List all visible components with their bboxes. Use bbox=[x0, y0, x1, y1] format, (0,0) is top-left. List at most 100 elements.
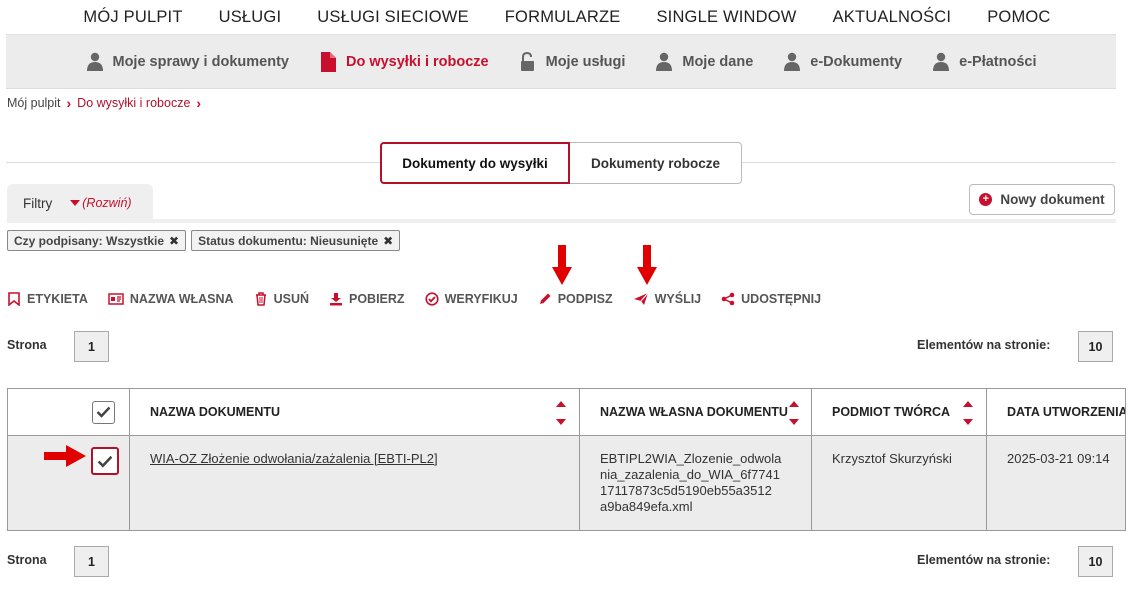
table-header-row: NAZWA DOKUMENTU NAZWA WŁASNA DOKUMENTU P… bbox=[7, 388, 1126, 436]
nav-aktualnosci[interactable]: AKTUALNOŚCI bbox=[815, 8, 970, 27]
header-label: PODMIOT TWÓRCA bbox=[832, 405, 951, 419]
subnav-label: Moje sprawy i dokumenty bbox=[112, 53, 289, 70]
nav-pomoc[interactable]: POMOC bbox=[969, 8, 1068, 27]
unlock-icon bbox=[520, 51, 534, 71]
subnav-e-platnosci[interactable]: e-Płatności bbox=[917, 52, 1051, 72]
cell-data-utworzenia: 2025-03-21 09:14 bbox=[986, 435, 1126, 531]
subnav-moje-sprawy[interactable]: Moje sprawy i dokumenty bbox=[71, 52, 304, 72]
annotation-arrow-down-icon bbox=[637, 245, 657, 285]
row-checkbox[interactable] bbox=[91, 447, 119, 475]
cell-nazwa-wlasna: EBTIPL2WIA_Zlozenie_odwola nia_zazalenia… bbox=[579, 435, 812, 531]
document-creator: Krzysztof Skurzyński bbox=[832, 451, 952, 466]
nav-moj-pulpit[interactable]: MÓJ PULPIT bbox=[65, 8, 200, 27]
pencil-icon bbox=[539, 293, 551, 304]
document-link[interactable]: WIA-OZ Złożenie odwołania/zażalenia [EBT… bbox=[150, 451, 438, 466]
user-icon bbox=[784, 52, 801, 71]
filters-expand-toggle[interactable]: (Rozwiń) bbox=[70, 196, 132, 210]
download-icon bbox=[330, 293, 342, 306]
select-all-checkbox[interactable] bbox=[92, 400, 115, 424]
breadcrumb-current[interactable]: Do wysyłki i robocze bbox=[77, 96, 190, 110]
checkmark-icon bbox=[97, 455, 113, 468]
new-document-label: Nowy dokument bbox=[1000, 192, 1105, 207]
action-weryfikuj[interactable]: WERYFIKUJ bbox=[424, 292, 518, 306]
id-card-icon bbox=[108, 293, 124, 305]
tab-dokumenty-robocze[interactable]: Dokumenty robocze bbox=[570, 142, 742, 184]
sort-icon[interactable] bbox=[555, 400, 567, 426]
page-number-input[interactable]: 1 bbox=[74, 331, 109, 362]
user-icon bbox=[656, 52, 673, 71]
action-podpisz[interactable]: PODPISZ bbox=[538, 292, 613, 306]
filter-chip-signed: Czy podpisany: Wszystkie ✖ bbox=[7, 230, 187, 251]
action-usun[interactable]: USUŃ bbox=[254, 292, 309, 306]
subnav-moje-dane[interactable]: Moje dane bbox=[640, 52, 768, 72]
check-circle-icon bbox=[424, 292, 439, 306]
chevron-right-icon: › bbox=[66, 95, 72, 111]
action-label: ETYKIETA bbox=[27, 292, 88, 306]
document-own-name: EBTIPL2WIA_Zlozenie_odwola nia_zazalenia… bbox=[600, 451, 782, 514]
actions-toolbar: ETYKIETA NAZWA WŁASNA USUŃ POBIERZ WERYF… bbox=[7, 288, 841, 310]
document-icon bbox=[320, 51, 336, 72]
annotation-arrow-right-icon bbox=[44, 445, 86, 467]
bookmark-icon bbox=[8, 292, 20, 306]
action-udostepnij[interactable]: UDOSTĘPNIJ bbox=[721, 292, 821, 306]
user-icon bbox=[933, 52, 950, 71]
sub-navigation: Moje sprawy i dokumenty Do wysyłki i rob… bbox=[6, 34, 1116, 89]
subnav-do-wysylki[interactable]: Do wysyłki i robocze bbox=[304, 51, 504, 72]
tab-dokumenty-do-wysylki[interactable]: Dokumenty do wysyłki bbox=[380, 142, 570, 184]
trash-icon bbox=[255, 292, 266, 306]
share-icon bbox=[721, 292, 735, 306]
filters-toggle-label: (Rozwiń) bbox=[82, 196, 132, 210]
nav-single-window[interactable]: SINGLE WINDOW bbox=[638, 8, 814, 27]
annotation-arrow-down-icon bbox=[552, 245, 572, 285]
document-tabs: Dokumenty do wysyłki Dokumenty robocze bbox=[380, 142, 742, 184]
close-icon[interactable]: ✖ bbox=[169, 234, 179, 248]
page-label: Strona bbox=[7, 553, 47, 567]
close-icon[interactable]: ✖ bbox=[383, 234, 393, 248]
header-data-utworzenia[interactable]: DATA UTWORZENIA bbox=[986, 388, 1126, 436]
chip-label: Status dokumentu: Nieusunięte bbox=[198, 233, 379, 248]
header-label: NAZWA WŁASNA DOKUMENTU bbox=[600, 405, 788, 419]
subnav-label: e-Płatności bbox=[959, 53, 1037, 70]
subnav-label: Do wysyłki i robocze bbox=[345, 53, 489, 70]
chevron-right-icon: › bbox=[196, 95, 202, 111]
table-row[interactable]: WIA-OZ Złożenie odwołania/zażalenia [EBT… bbox=[7, 435, 1126, 531]
action-label: USUŃ bbox=[273, 292, 309, 306]
nav-formularze[interactable]: FORMULARZE bbox=[487, 8, 639, 27]
header-nazwa-wlasna[interactable]: NAZWA WŁASNA DOKUMENTU bbox=[579, 388, 812, 436]
new-document-button[interactable]: + Nowy dokument bbox=[969, 184, 1115, 215]
filters-tab: Filtry (Rozwiń) bbox=[7, 184, 153, 222]
subnav-moje-uslugi[interactable]: Moje usługi bbox=[504, 51, 641, 72]
header-nazwa-dokumentu[interactable]: NAZWA DOKUMENTU bbox=[129, 388, 580, 436]
header-podmiot-tworca[interactable]: PODMIOT TWÓRCA bbox=[811, 388, 987, 436]
chip-label: Czy podpisany: Wszystkie bbox=[14, 233, 165, 248]
top-navigation: MÓJ PULPIT USŁUGI USŁUGI SIECIOWE FORMUL… bbox=[0, 0, 1134, 34]
documents-table: NAZWA DOKUMENTU NAZWA WŁASNA DOKUMENTU P… bbox=[7, 388, 1126, 531]
action-label: PODPISZ bbox=[557, 292, 613, 306]
breadcrumb-home[interactable]: Mój pulpit bbox=[7, 96, 61, 110]
action-pobierz[interactable]: POBIERZ bbox=[329, 292, 405, 306]
nav-uslugi-sieciowe[interactable]: USŁUGI SIECIOWE bbox=[299, 8, 487, 27]
action-label: WERYFIKUJ bbox=[444, 292, 518, 306]
subnav-label: Moje usługi bbox=[545, 53, 626, 70]
per-page-select[interactable]: 10 bbox=[1078, 546, 1113, 577]
subnav-e-dokumenty[interactable]: e-Dokumenty bbox=[768, 52, 917, 72]
sort-icon[interactable] bbox=[962, 400, 974, 426]
per-page-label: Elementów na stronie: bbox=[917, 338, 1051, 352]
nav-uslugi[interactable]: USŁUGI bbox=[201, 8, 300, 27]
action-wyslij[interactable]: WYŚLIJ bbox=[633, 292, 702, 306]
plus-circle-icon: + bbox=[979, 193, 993, 206]
header-label: DATA UTWORZENIA bbox=[1007, 405, 1126, 419]
subnav-label: e-Dokumenty bbox=[810, 53, 903, 70]
action-etykieta[interactable]: ETYKIETA bbox=[7, 292, 88, 306]
subnav-label: Moje dane bbox=[682, 53, 754, 70]
caret-down-icon bbox=[70, 200, 81, 206]
checkmark-icon bbox=[96, 406, 111, 418]
action-nazwa-wlasna[interactable]: NAZWA WŁASNA bbox=[108, 292, 234, 306]
action-label: NAZWA WŁASNA bbox=[129, 292, 234, 306]
cell-nazwa-dokumentu: WIA-OZ Złożenie odwołania/zażalenia [EBT… bbox=[129, 435, 580, 531]
per-page-select[interactable]: 10 bbox=[1078, 331, 1113, 362]
per-page-label: Elementów na stronie: bbox=[917, 553, 1051, 567]
page-number-input[interactable]: 1 bbox=[74, 546, 109, 577]
action-label: WYŚLIJ bbox=[654, 292, 702, 306]
sort-icon[interactable] bbox=[788, 400, 800, 426]
